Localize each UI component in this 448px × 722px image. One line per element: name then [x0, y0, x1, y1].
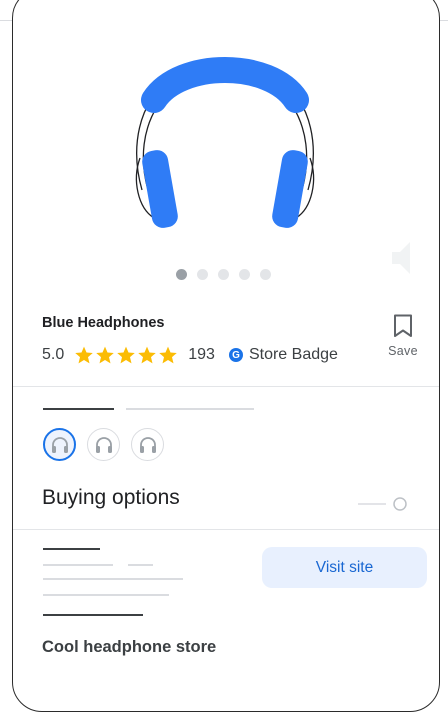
pagination-dot[interactable]	[260, 269, 271, 280]
buying-options-heading: Buying options	[42, 486, 180, 509]
headphones-icon	[95, 436, 112, 453]
offer-placeholder-line	[43, 548, 100, 550]
variant-swatch-selected[interactable]	[43, 428, 76, 461]
star-icon	[159, 346, 177, 364]
offer-placeholder-line	[43, 594, 169, 596]
star-icon	[75, 346, 93, 364]
variant-swatches	[43, 428, 164, 461]
offer-placeholder-line	[43, 564, 113, 566]
pagination-dot[interactable]	[239, 269, 250, 280]
star-icon	[117, 346, 135, 364]
rating-row: 5.0 193 G Store Badge	[42, 344, 338, 366]
offer-placeholder-line	[43, 614, 143, 616]
tab-placeholder[interactable]	[126, 408, 254, 410]
offer-placeholder-line	[128, 564, 153, 566]
pagination-dot[interactable]	[218, 269, 229, 280]
toggle-switch[interactable]	[358, 496, 408, 512]
rating-score: 5.0	[42, 346, 65, 363]
bookmark-icon	[394, 314, 412, 337]
review-count[interactable]: 193	[188, 346, 215, 364]
star-rating	[74, 345, 178, 365]
store-badge-label[interactable]: Store Badge	[249, 346, 338, 364]
product-title: Blue Headphones	[42, 315, 165, 331]
section-divider	[13, 529, 439, 530]
tab-placeholder-active[interactable]	[43, 408, 114, 410]
visit-site-button[interactable]: Visit site	[262, 547, 427, 588]
store-name: Cool headphone store	[42, 638, 217, 656]
star-icon	[138, 346, 156, 364]
image-pagination[interactable]	[176, 269, 271, 280]
variant-swatch[interactable]	[87, 428, 120, 461]
offer-placeholder-line	[43, 578, 183, 580]
headphones-icon	[139, 436, 156, 453]
star-icon	[96, 346, 114, 364]
speaker-icon	[392, 242, 410, 274]
pagination-dot[interactable]	[176, 269, 187, 280]
section-divider	[13, 386, 439, 387]
save-button[interactable]: Save	[384, 314, 422, 358]
variant-swatch[interactable]	[131, 428, 164, 461]
google-icon: G	[228, 348, 243, 362]
pagination-dot[interactable]	[197, 269, 208, 280]
headphones-icon	[51, 436, 68, 453]
save-label: Save	[388, 344, 418, 358]
headphones-image[interactable]	[120, 40, 330, 240]
